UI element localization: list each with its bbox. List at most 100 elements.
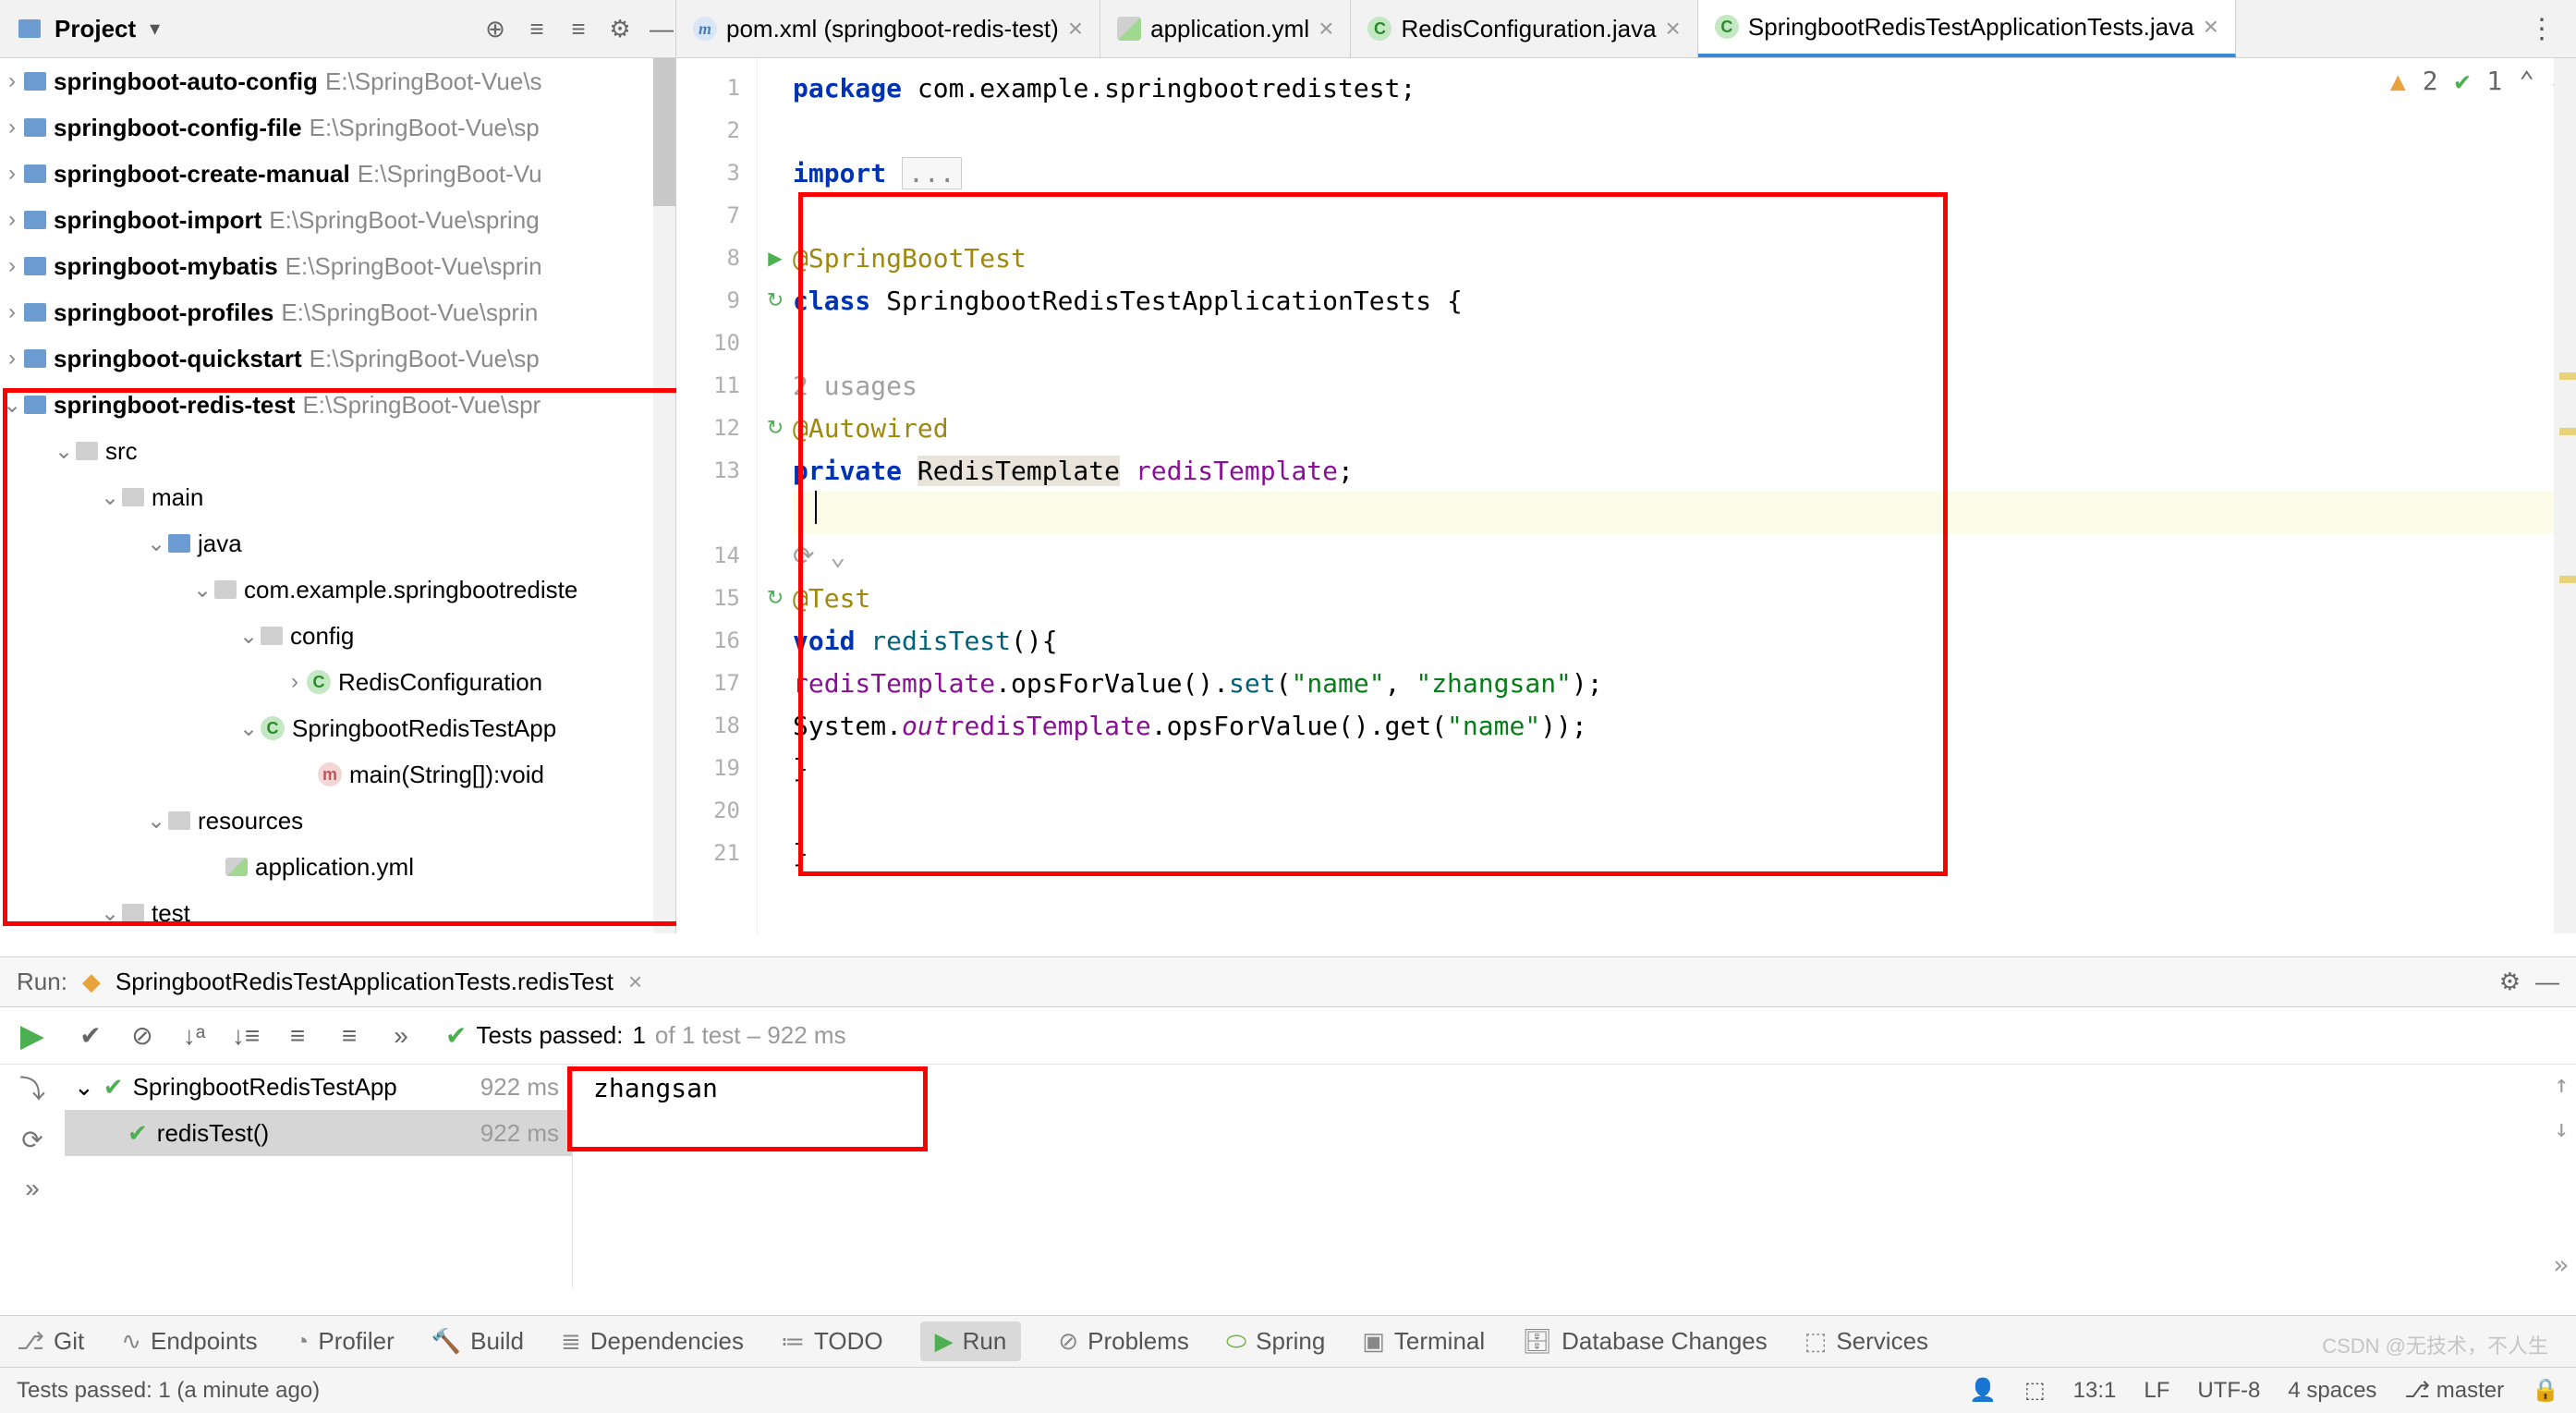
- project-tree[interactable]: ›springboot-auto-configE:\SpringBoot-Vue…: [0, 58, 676, 933]
- code-editor[interactable]: 123789101112131415161718192021 ▶ ↻ ↻ ↻ p…: [676, 58, 2576, 933]
- tree-package-config[interactable]: ⌄config: [0, 613, 675, 659]
- tool-endpoints[interactable]: ∿Endpoints: [121, 1327, 257, 1356]
- tree-class-tests[interactable]: ⌄CSpringbootRedisTestApp: [0, 705, 675, 751]
- more-icon[interactable]: »: [25, 1174, 40, 1203]
- toggle-passed-icon[interactable]: ✔: [65, 1020, 116, 1051]
- close-icon[interactable]: ×: [2204, 12, 2218, 42]
- tree-module[interactable]: ›springboot-profilesE:\SpringBoot-Vue\sp…: [0, 289, 675, 335]
- scroll-down-icon[interactable]: ↓: [2554, 1115, 2569, 1143]
- cycle-gutter-icon[interactable]: ↻: [767, 288, 784, 312]
- more-icon[interactable]: »: [2553, 1249, 2569, 1280]
- close-icon[interactable]: ×: [1318, 14, 1333, 43]
- collapse-icon[interactable]: ≡: [565, 15, 592, 43]
- refresh-icon[interactable]: ⟳: [21, 1125, 43, 1155]
- chevron-up-icon[interactable]: ⌃: [2519, 66, 2534, 96]
- tree-class-rediscfg[interactable]: ›CRedisConfiguration: [0, 659, 675, 705]
- run-tool-header[interactable]: Run: ◆ SpringbootRedisTestApplicationTes…: [0, 956, 2576, 1007]
- sort-duration-icon[interactable]: ↓≡: [220, 1021, 272, 1051]
- close-icon[interactable]: ×: [1666, 14, 1681, 43]
- close-icon[interactable]: ×: [628, 968, 642, 996]
- build-icon: 🔨: [431, 1327, 461, 1356]
- zoom-icon[interactable]: ⬚: [2024, 1377, 2046, 1404]
- run-gutter-icon[interactable]: ▶: [768, 247, 782, 270]
- tree-module[interactable]: ›springboot-mybatisE:\SpringBoot-Vue\spr…: [0, 243, 675, 289]
- tool-dependencies[interactable]: ≣Dependencies: [561, 1327, 744, 1356]
- chevron-down-icon[interactable]: ▾: [150, 17, 160, 41]
- tab-rediscfg[interactable]: CRedisConfiguration.java×: [1351, 0, 1697, 57]
- passed-icon: ✔: [128, 1119, 148, 1148]
- expand-icon[interactable]: ≡: [523, 15, 551, 43]
- tab-tests[interactable]: CSpringbootRedisTestApplicationTests.jav…: [1698, 0, 2236, 57]
- tree-folder-java[interactable]: ⌄java: [0, 520, 675, 566]
- tree-file-yml[interactable]: application.yml: [0, 844, 675, 890]
- tree-module[interactable]: ›springboot-auto-configE:\SpringBoot-Vue…: [0, 58, 675, 104]
- resources-folder-icon: [168, 811, 190, 830]
- expand-all-icon[interactable]: ≡: [272, 1021, 323, 1051]
- inlay-hint-icon[interactable]: ⟳ ⌄: [793, 541, 845, 571]
- tree-module[interactable]: ›springboot-importE:\SpringBoot-Vue\spri…: [0, 197, 675, 243]
- error-stripe[interactable]: [2554, 58, 2576, 933]
- collapse-all-icon[interactable]: ≡: [323, 1021, 375, 1051]
- toggle-ignored-icon[interactable]: ⊘: [116, 1020, 168, 1051]
- tests-status: ✔ Tests passed: 1 of 1 test – 922 ms: [445, 1020, 846, 1051]
- fold-icon[interactable]: ...: [902, 157, 962, 189]
- git-branch[interactable]: ⎇ master: [2404, 1377, 2504, 1404]
- folder-icon: [76, 442, 98, 460]
- tree-folder-test[interactable]: ⌄test: [0, 890, 675, 933]
- tree-folder-src[interactable]: ⌄src: [0, 428, 675, 474]
- cycle-gutter-icon[interactable]: ↻: [767, 586, 784, 610]
- test-tree-root[interactable]: ⌄✔SpringbootRedisTestApp922 ms: [65, 1064, 572, 1110]
- sort-icon[interactable]: ↓ᵃ: [168, 1021, 220, 1051]
- caret-position[interactable]: 13:1: [2073, 1378, 2117, 1404]
- tool-services[interactable]: ⬚Services: [1804, 1327, 1928, 1356]
- run-toolbar: ▶ ✔ ⊘ ↓ᵃ ↓≡ ≡ ≡ » ✔ Tests passed: 1 of 1…: [0, 1007, 2576, 1065]
- tree-folder-main[interactable]: ⌄main: [0, 474, 675, 520]
- minimize-icon[interactable]: —: [2535, 968, 2559, 996]
- rerun-button[interactable]: ▶: [20, 1017, 44, 1054]
- test-tree-item[interactable]: ✔redisTest()922 ms: [65, 1110, 572, 1156]
- tool-spring[interactable]: ⬭Spring: [1226, 1327, 1325, 1357]
- tool-terminal[interactable]: ▣Terminal: [1362, 1327, 1485, 1356]
- tool-profiler[interactable]: ◔Profiler: [295, 1327, 395, 1356]
- console-output[interactable]: zhangsan ↑ ↓ »: [573, 1064, 2576, 1287]
- tool-dbchanges[interactable]: 🗄Database Changes: [1522, 1327, 1768, 1356]
- scroll-up-icon[interactable]: ↑: [2554, 1071, 2569, 1099]
- tree-module[interactable]: ›springboot-quickstartE:\SpringBoot-Vue\…: [0, 335, 675, 382]
- minimize-icon[interactable]: —: [648, 15, 675, 43]
- more-icon[interactable]: »: [375, 1021, 427, 1051]
- tab-overflow-icon[interactable]: ⋮: [2508, 0, 2576, 57]
- tool-problems[interactable]: ⊘Problems: [1058, 1327, 1189, 1356]
- debug-step-icon[interactable]: ⤵: [19, 1069, 45, 1106]
- gear-icon[interactable]: ⚙: [2499, 968, 2521, 996]
- tree-package[interactable]: ⌄com.example.springbootrediste: [0, 566, 675, 613]
- tree-module[interactable]: ›springboot-config-fileE:\SpringBoot-Vue…: [0, 104, 675, 151]
- editor-tabs: mpom.xml (springboot-redis-test)× applic…: [676, 0, 2576, 58]
- highlight-icon[interactable]: 👤: [1969, 1377, 1997, 1404]
- tree-folder-resources[interactable]: ⌄resources: [0, 798, 675, 844]
- cycle-gutter-icon[interactable]: ↻: [767, 416, 784, 440]
- tab-pom[interactable]: mpom.xml (springboot-redis-test)×: [676, 0, 1100, 57]
- profiler-icon: ◔: [295, 1327, 310, 1356]
- tool-run[interactable]: ▶Run: [920, 1322, 1022, 1361]
- tree-method-main[interactable]: mmain(String[]):void: [0, 751, 675, 798]
- file-encoding[interactable]: UTF-8: [2197, 1378, 2260, 1404]
- inspection-widget[interactable]: ▲2 ✔1 ⌃⌄: [2390, 66, 2567, 96]
- tool-todo[interactable]: ≔TODO: [781, 1327, 883, 1356]
- project-tool-window-header[interactable]: Project ▾ ⊕ ≡ ≡ ⚙ —: [0, 0, 676, 58]
- code-area[interactable]: package com.example.springbootredistest;…: [793, 58, 2576, 933]
- tab-label: SpringbootRedisTestApplicationTests.java: [1748, 13, 2194, 42]
- locate-icon[interactable]: ⊕: [481, 15, 509, 43]
- indent-setting[interactable]: 4 spaces: [2288, 1378, 2376, 1404]
- gear-icon[interactable]: ⚙: [606, 15, 634, 43]
- tab-yml[interactable]: application.yml×: [1100, 0, 1351, 57]
- close-icon[interactable]: ×: [1068, 14, 1083, 43]
- tool-build[interactable]: 🔨Build: [431, 1327, 524, 1356]
- class-icon: C: [1367, 17, 1391, 41]
- tree-module[interactable]: ›springboot-create-manualE:\SpringBoot-V…: [0, 151, 675, 197]
- tree-module[interactable]: ⌄springboot-redis-testE:\SpringBoot-Vue\…: [0, 382, 675, 428]
- line-separator[interactable]: LF: [2144, 1378, 2169, 1404]
- test-tree[interactable]: ⌄✔SpringbootRedisTestApp922 ms ✔redisTes…: [65, 1064, 573, 1287]
- tool-git[interactable]: ⎇Git: [17, 1327, 84, 1356]
- tree-scrollbar[interactable]: [653, 58, 675, 933]
- lock-icon[interactable]: 🔒: [2532, 1377, 2559, 1404]
